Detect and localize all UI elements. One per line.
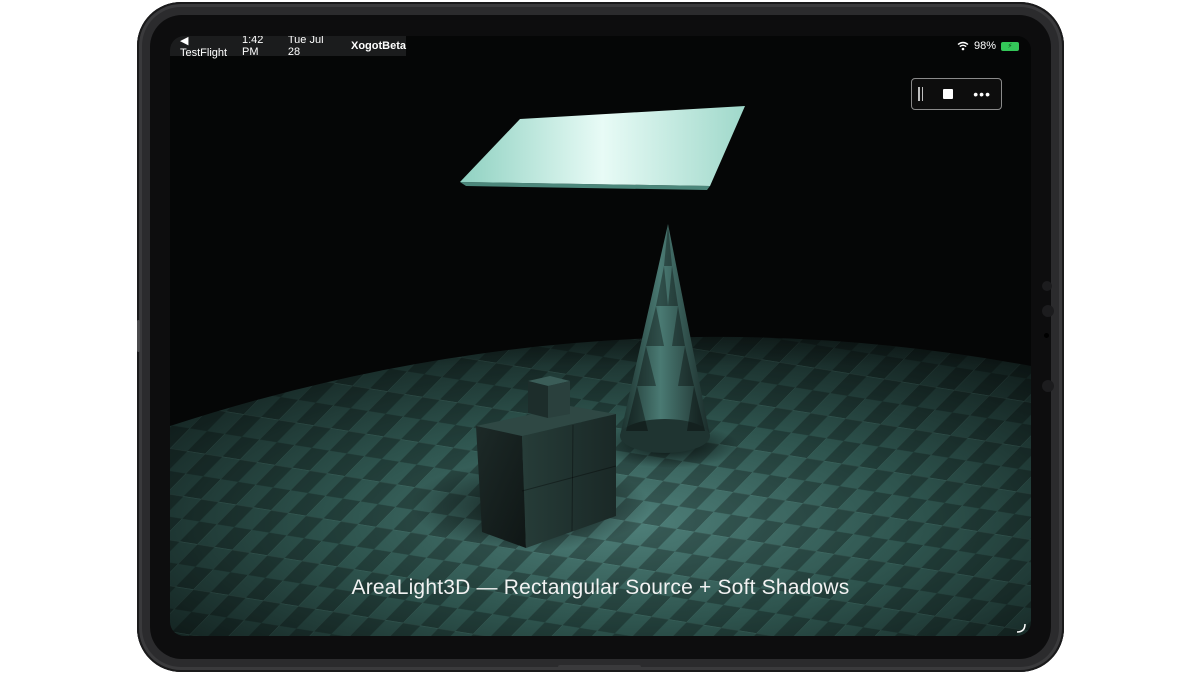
- side-sensor: [1044, 333, 1049, 338]
- grip-icon[interactable]: [918, 87, 923, 101]
- game-toolbar: •••: [911, 78, 1002, 110]
- battery-percent: 98%: [973, 40, 996, 52]
- side-button: [137, 320, 140, 352]
- side-sensor: [1042, 281, 1052, 291]
- cube-front: [476, 426, 526, 548]
- side-sensor: [1042, 305, 1054, 317]
- status-time: 1:42 PM: [241, 36, 264, 58]
- status-date: Tue Jul 28: [287, 36, 324, 58]
- wifi-icon: [957, 41, 969, 51]
- app-screen: ◀ TestFlight 1:42 PM Tue Jul 28 XogotBet…: [170, 36, 1031, 636]
- battery-icon: ⚡: [1001, 41, 1019, 51]
- small-cube-side: [548, 381, 570, 418]
- stop-icon[interactable]: [943, 89, 954, 99]
- viewport-3d[interactable]: [170, 36, 1031, 636]
- more-icon[interactable]: •••: [973, 87, 991, 101]
- resize-corner-icon: [1016, 623, 1026, 633]
- scene-caption: AreaLight3D — Rectangular Source + Soft …: [351, 576, 850, 599]
- status-right: 98% ⚡: [957, 36, 1019, 56]
- status-left: ◀ TestFlight 1:42 PM Tue Jul 28 XogotBet…: [170, 36, 406, 59]
- small-cube-front: [528, 381, 548, 418]
- app-name: XogotBeta: [350, 40, 406, 52]
- home-indicator: [558, 665, 641, 669]
- status-bar: ◀ TestFlight 1:42 PM Tue Jul 28 XogotBet…: [170, 36, 1031, 59]
- side-sensor: [1042, 380, 1054, 392]
- back-to-testflight[interactable]: ◀ TestFlight: [180, 36, 234, 59]
- area-light-panel: [460, 106, 745, 186]
